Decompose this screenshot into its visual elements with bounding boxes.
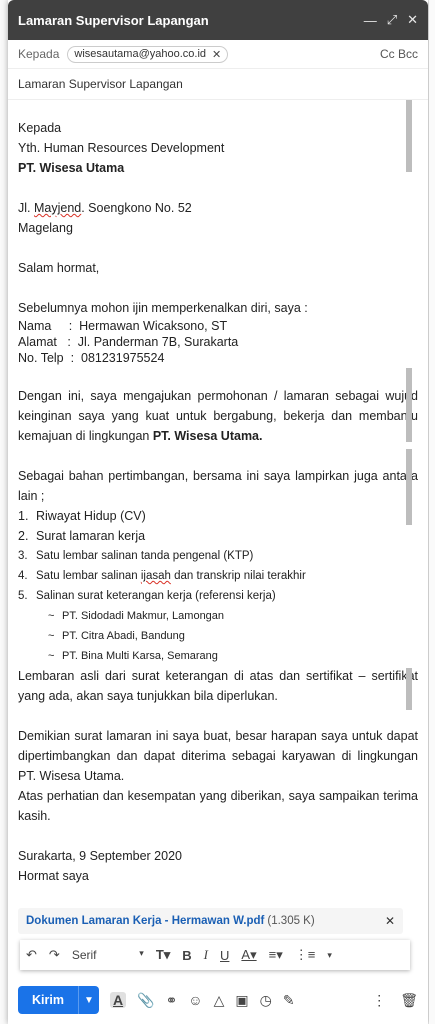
id-line: No. Telp : 081231975524 bbox=[18, 351, 165, 365]
paragraph: Dengan ini, saya mengajukan permohonan /… bbox=[18, 386, 418, 446]
list-number: 4. bbox=[18, 570, 28, 582]
sublist-item: ~ PT. Bina Multi Karsa, Semarang bbox=[48, 646, 418, 666]
undo-icon[interactable]: ↶ bbox=[26, 947, 37, 963]
subject-field[interactable]: Lamaran Supervisor Lapangan bbox=[8, 69, 428, 100]
formatting-toolbar: ↶ ↷ Serif ▾ T▾ B I U A▾ ≡▾ ⋮≡ ▾ bbox=[20, 940, 410, 970]
paragraph: Demikian surat lamaran ini saya buat, be… bbox=[18, 729, 418, 783]
date-line: Surakarta, 9 September 2020 bbox=[18, 849, 182, 863]
formatting-icon[interactable]: A bbox=[110, 992, 127, 1008]
company-name: PT. Wisesa Utama bbox=[18, 161, 125, 175]
attachment-chip[interactable]: Dokumen Lamaran Kerja - Hermawan W.pdf (… bbox=[18, 908, 403, 934]
compose-title: Lamaran Supervisor Lapangan bbox=[18, 12, 209, 28]
list-item: 3. Satu lembar salinan tanda pengenal (KT… bbox=[18, 546, 418, 566]
send-options-button[interactable]: ▼ bbox=[78, 986, 99, 1014]
list-text: Riwayat Hidup (CV) bbox=[36, 509, 146, 523]
expand-icon[interactable]: ⤢ bbox=[387, 12, 397, 28]
attach-icon[interactable]: 📎 bbox=[137, 992, 154, 1009]
sublist-text: PT. Sidodadi Makmur, Lamongan bbox=[62, 610, 225, 622]
list-text: dan transkrip nilai terakhir bbox=[170, 570, 306, 582]
drive-icon[interactable]: △ bbox=[214, 992, 225, 1009]
paragraph: Sebagai bahan pertimbangan, bersama ini … bbox=[18, 469, 418, 503]
text-color-icon[interactable]: A▾ bbox=[241, 947, 256, 963]
list-item: 5. Salinan surat keterangan kerja (refere… bbox=[18, 586, 418, 606]
numbered-list-icon[interactable]: ⋮≡ bbox=[295, 947, 316, 963]
remove-recipient-icon[interactable]: ✕ bbox=[212, 48, 221, 61]
recipients-row[interactable]: Kepada wisesautama@yahoo.co.id ✕ Cc Bcc bbox=[8, 40, 428, 69]
more-options-icon[interactable]: ⋮ bbox=[372, 992, 386, 1009]
body-line: Kepada bbox=[18, 121, 62, 135]
id-line: Alamat : Jl. Panderman 7B, Surakarta bbox=[18, 335, 239, 349]
compose-footer: Kirim ▼ A 📎 ⚭ ☺ △ ▣ ◷ ✎ ⋮ 🗑 bbox=[8, 985, 428, 1015]
greeting: Salam hormat, bbox=[18, 261, 100, 275]
attachment-size: (1.305 K) bbox=[267, 915, 315, 927]
sublist-text: PT. Citra Abadi, Bandung bbox=[62, 630, 185, 642]
list-item: 4. Satu lembar salinan ijasah dan transkr… bbox=[18, 566, 418, 586]
list-item: 2. Surat lamaran kerja bbox=[18, 526, 418, 546]
italic-icon[interactable]: I bbox=[204, 947, 208, 963]
paragraph: Lembaran asli dari surat keterangan di a… bbox=[18, 669, 418, 703]
misspelled-word[interactable]: ijasah bbox=[141, 570, 171, 582]
list-number: 1. bbox=[18, 509, 29, 523]
font-select[interactable]: Serif ▾ bbox=[72, 948, 144, 962]
address-text: . Soengkono No. 52 bbox=[81, 201, 192, 215]
list-number: 5. bbox=[18, 590, 28, 602]
subject-text: Lamaran Supervisor Lapangan bbox=[18, 77, 183, 91]
align-icon[interactable]: ≡▾ bbox=[269, 947, 283, 963]
more-icon[interactable]: ▾ bbox=[327, 950, 332, 961]
attachment-list: 1. Riwayat Hidup (CV) 2. Surat lamaran ker… bbox=[18, 506, 418, 606]
link-icon[interactable]: ⚭ bbox=[166, 992, 178, 1009]
scroll-indicator[interactable] bbox=[406, 668, 412, 710]
paragraph: Atas perhatian dan kesempatan yang diber… bbox=[18, 789, 418, 823]
list-text: Salinan surat keterangan kerja (referens… bbox=[36, 590, 276, 602]
underline-icon[interactable]: U bbox=[220, 948, 229, 963]
list-number: 2. bbox=[18, 529, 29, 543]
sublist-item: ~ PT. Sidodadi Makmur, Lamongan bbox=[48, 606, 418, 626]
close-icon[interactable]: ✕ bbox=[407, 12, 418, 28]
message-body[interactable]: Kepada Yth. Human Resources Development … bbox=[8, 98, 428, 898]
body-line: Yth. Human Resources Development bbox=[18, 141, 225, 155]
address-text: Jl. bbox=[18, 201, 34, 215]
list-item: 1. Riwayat Hidup (CV) bbox=[18, 506, 418, 526]
page-scrollbar[interactable] bbox=[429, 0, 435, 1024]
confidential-icon[interactable]: ◷ bbox=[260, 992, 272, 1009]
sublist-text: PT. Bina Multi Karsa, Semarang bbox=[62, 650, 218, 662]
list-text: Surat lamaran kerja bbox=[36, 529, 146, 543]
list-number: 3. bbox=[18, 550, 28, 562]
trash-icon[interactable]: 🗑 bbox=[400, 992, 418, 1009]
scroll-indicator[interactable] bbox=[406, 100, 412, 172]
footer-right-tools: ⋮ 🗑 bbox=[358, 992, 418, 1009]
recipient-email: wisesautama@yahoo.co.id bbox=[74, 48, 206, 60]
list-text: Satu lembar salinan bbox=[36, 570, 141, 582]
compose-titlebar[interactable]: Lamaran Supervisor Lapangan — ⤢ ✕ bbox=[8, 0, 428, 40]
intro-line: Sebelumnya mohon ijin memperkenalkan dir… bbox=[18, 301, 308, 315]
compose-window: Lamaran Supervisor Lapangan — ⤢ ✕ Kepada… bbox=[8, 0, 428, 1024]
emoji-icon[interactable]: ☺ bbox=[188, 992, 202, 1008]
to-label: Kepada bbox=[18, 47, 60, 61]
text-size-icon[interactable]: T▾ bbox=[156, 947, 170, 963]
sublist-item: ~ PT. Citra Abadi, Bandung bbox=[48, 626, 418, 646]
send-button[interactable]: Kirim bbox=[18, 986, 78, 1014]
remove-attachment-icon[interactable]: ✕ bbox=[385, 914, 395, 928]
photo-icon[interactable]: ▣ bbox=[235, 992, 248, 1009]
city-line: Magelang bbox=[18, 221, 73, 235]
scroll-indicator[interactable] bbox=[406, 368, 412, 442]
cc-bcc-link[interactable]: Cc Bcc bbox=[380, 47, 418, 61]
id-line: Nama : Hermawan Wicaksono, ST bbox=[18, 319, 228, 333]
recipient-chip[interactable]: wisesautama@yahoo.co.id ✕ bbox=[67, 45, 229, 63]
font-name: Serif bbox=[71, 948, 97, 962]
signature-icon[interactable]: ✎ bbox=[283, 992, 295, 1009]
attachment-name[interactable]: Dokumen Lamaran Kerja - Hermawan W.pdf bbox=[26, 915, 264, 927]
address-line: Jl. Mayjend. Soengkono No. 52 bbox=[18, 198, 418, 218]
redo-icon[interactable]: ↷ bbox=[49, 947, 60, 963]
minimize-icon[interactable]: — bbox=[364, 13, 377, 28]
bold-icon[interactable]: B bbox=[182, 948, 191, 963]
body-line: PT. Wisesa Utama bbox=[18, 158, 418, 178]
list-text: Satu lembar salinan tanda pengenal (KTP) bbox=[36, 550, 254, 562]
misspelled-word[interactable]: Mayjend bbox=[34, 201, 81, 215]
scroll-indicator[interactable] bbox=[406, 449, 412, 525]
company-sublist: ~ PT. Sidodadi Makmur, Lamongan ~ PT. Citr… bbox=[18, 606, 418, 666]
company-name: PT. Wisesa Utama. bbox=[152, 429, 263, 443]
closing-line: Hormat saya bbox=[18, 869, 89, 883]
